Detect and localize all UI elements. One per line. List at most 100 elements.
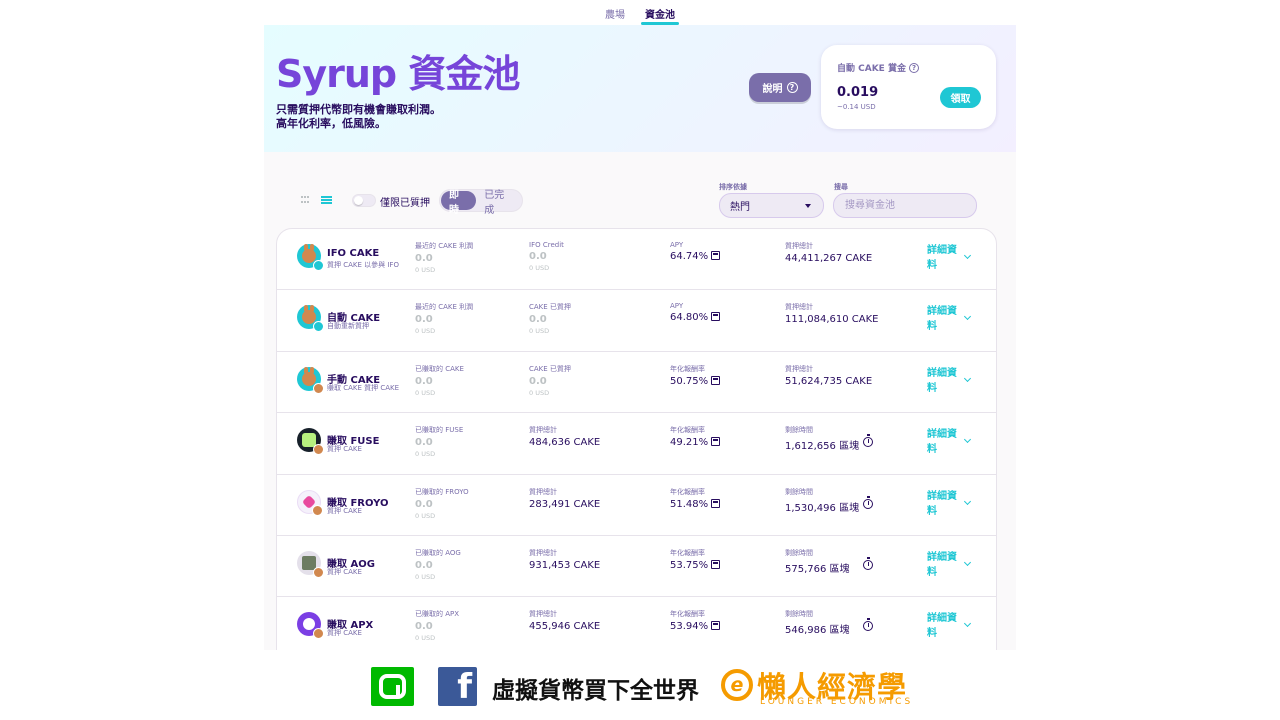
subtitle-line-2: 高年化利率，低風險。 [276,117,386,130]
total-value: 111,084,610 CAKE [785,314,879,326]
apr-label: 年化報酬率 [670,487,705,496]
chevron-down-icon[interactable] [963,374,972,382]
total-label: 質押總計 [785,364,813,373]
pool-subtitle: 質押 CAKE [327,506,362,515]
facebook-icon[interactable]: f [438,667,477,706]
chevron-down-icon[interactable] [963,558,972,566]
calculator-icon[interactable] [711,437,721,447]
staked-label: CAKE 已質押 [529,303,571,312]
sort-value: 熱門 [730,202,750,213]
apr-label: 年化報酬率 [670,426,705,435]
staked-only-toggle[interactable] [352,194,376,207]
pool-row[interactable]: 賺取 AOG 質押 CAKE 已賺取的 AOG 0.0 0 USD 質押總計 931,… [277,536,996,598]
question-icon[interactable]: ? [908,62,919,73]
details-link[interactable]: 詳細資料 [927,304,959,334]
seg-finished[interactable]: 已完成 [476,190,521,216]
details-link[interactable]: 詳細資料 [927,489,959,519]
list-view-icon[interactable] [321,196,332,205]
timer-icon[interactable] [863,434,873,448]
calculator-icon[interactable] [711,621,721,631]
chevron-down-icon[interactable] [963,620,972,628]
apr-text: 49.21% [670,437,709,449]
pool-controls: 僅限已質押 即時 已完成 排序依據 熱門 搜尋 [264,152,1016,228]
total-label: 質押總計 [785,242,813,250]
details-link[interactable]: 詳細資料 [927,366,959,396]
apr-value: 53.94% [670,621,721,632]
details-link[interactable]: 詳細資料 [927,243,959,273]
apy-col: APY 64.80% [670,302,721,324]
calculator-icon[interactable] [711,559,721,569]
chevron-down-icon[interactable] [963,251,972,260]
seg-live[interactable]: 即時 [441,190,477,216]
ends-in-label: 剩餘時間 [785,610,813,619]
apy-text: 64.80% [670,312,709,324]
refresh-badge-icon [313,321,324,333]
tab-pools[interactable]: 資金池 [641,6,679,25]
cake-badge-icon [312,504,323,516]
timer-icon[interactable] [863,495,873,509]
pool-name: IFO CAKE [327,248,380,259]
sort-label: 排序依據 [719,183,747,191]
earned-usd: 0 USD [415,572,436,581]
hero-banner: Syrup 資金池 只需質押代幣即有機會賺取利潤。 高年化利率，低風險。 說明 … [264,25,1016,152]
lounger-logo-icon: e [721,669,753,701]
chevron-down-icon[interactable] [963,436,972,444]
apy-col: APY 64.74% [670,241,721,262]
earned-usd: 0 USD [415,511,436,520]
timer-icon[interactable] [863,618,873,632]
apr-value: 49.21% [670,437,721,449]
earned-label: 最近的 CAKE 利潤 [415,303,474,312]
apy-label: APY [670,241,684,249]
earned-label: 最近的 CAKE 利潤 [415,242,474,250]
earned-value: 0.0 [415,559,433,571]
chevron-down-icon[interactable] [963,313,972,321]
total-staked-col: 質押總計 931,453 CAKE [529,548,600,571]
calculator-icon[interactable] [711,312,721,322]
chevron-down-icon[interactable] [963,497,972,505]
search-input[interactable] [833,193,977,218]
apr-col: 年化報酬率 53.75% [670,548,721,571]
credit-col: IFO Credit 0.0 0 USD [529,241,564,272]
earned-col: 最近的 CAKE 利潤 0.0 0 USD [415,302,473,335]
timer-icon[interactable] [863,556,873,570]
cake-badge-icon [313,382,324,394]
calculator-icon[interactable] [711,251,721,260]
bounty-label-text: 自動 CAKE 賞金 [837,64,906,74]
ends-in-col: 剩餘時間 1,530,496 區塊 [785,487,859,514]
staked-col: CAKE 已質押 0.0 0 USD [529,364,571,397]
earned-value: 0.0 [415,314,433,326]
earned-value: 0.0 [415,375,433,387]
help-button[interactable]: 說明 ? [749,73,811,102]
earned-usd: 0 USD [415,327,436,336]
pool-row[interactable]: IFO CAKE 質押 CAKE 以參與 IFO 最近的 CAKE 利潤 0.0 0… [277,229,996,291]
sort-select[interactable]: 熱門 [719,193,824,218]
apx-icon [297,612,324,640]
calculator-icon[interactable] [711,498,721,508]
pool-row[interactable]: 自動 CAKE 自動重新質押 最近的 CAKE 利潤 0.0 0 USD CAKE … [277,290,996,352]
pool-row[interactable]: 賺取 FUSE 質押 CAKE 已賺取的 FUSE 0.0 0 USD 質押總計 48… [277,413,996,475]
tab-farms[interactable]: 農場 [603,6,627,25]
card-view-icon[interactable] [301,196,311,205]
total-staked-col: 質押總計 455,946 CAKE [529,609,600,632]
total-value: 44,411,267 CAKE [785,253,873,264]
line-app-icon[interactable] [371,667,414,706]
details-link[interactable]: 詳細資料 [927,611,959,641]
apr-label: 年化報酬率 [670,364,705,373]
pool-subtitle: 質押 CAKE [327,445,362,454]
details-link[interactable]: 詳細資料 [927,427,959,457]
calculator-icon[interactable] [711,375,721,385]
earned-col: 最近的 CAKE 利潤 0.0 0 USD [415,241,473,274]
apy-value: 64.74% [670,251,721,262]
earned-label: 已賺取的 APX [415,610,460,619]
details-link[interactable]: 詳細資料 [927,550,959,580]
caret-down-icon [805,204,811,208]
apy-text: 64.74% [670,251,709,262]
pool-row[interactable]: 賺取 FROYO 質押 CAKE 已賺取的 FROYO 0.0 0 USD 質押總計… [277,475,996,536]
claim-button[interactable]: 領取 [940,87,981,108]
apr-label: 年化報酬率 [670,548,705,557]
earned-col: 已賺取的 CAKE 0.0 0 USD [415,364,464,397]
cake-badge-icon [313,628,324,640]
earned-value: 0.0 [415,498,433,510]
live-finished-switch: 即時 已完成 [439,189,523,216]
pool-row[interactable]: 手動 CAKE 賺取 CAKE 質押 CAKE 已賺取的 CAKE 0.0 0 US… [277,352,996,414]
